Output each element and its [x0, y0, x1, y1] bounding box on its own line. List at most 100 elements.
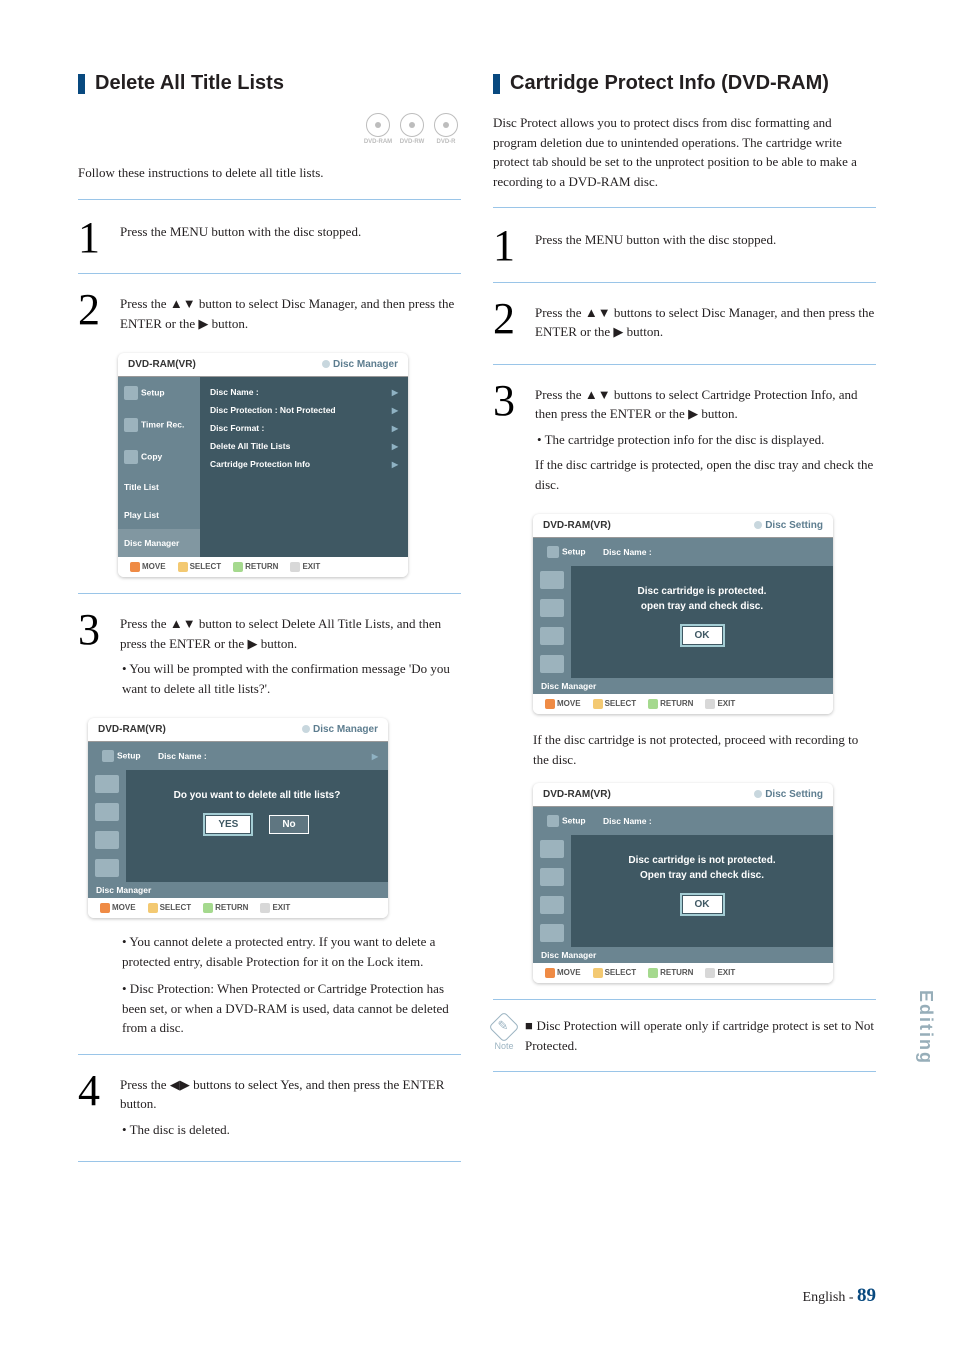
heading-delete-all: Delete All Title Lists [78, 72, 461, 95]
intro-text: Disc Protect allows you to protect discs… [493, 113, 876, 191]
step-2-text: Press the ▲▼ buttons to select Disc Mana… [535, 303, 876, 342]
ui-header-left: DVD-RAM(VR) [543, 789, 611, 800]
ui-header-left: DVD-RAM(VR) [543, 520, 611, 531]
step-3-text: Press the ▲▼ buttons to select Cartridge… [535, 385, 876, 424]
disc-badge-r: DVD-R [431, 113, 461, 145]
divider [493, 1071, 876, 1072]
ui-header-right: Disc Manager [313, 724, 378, 735]
disc-badges: DVD-RAM DVD-RW DVD-R [78, 113, 461, 145]
disc-badge-rw: DVD-RW [397, 113, 427, 145]
sidebar-title-list[interactable]: Title List [118, 473, 200, 501]
no-button[interactable]: No [269, 815, 308, 834]
after-ui1-text: If the disc cartridge is not protected, … [533, 730, 876, 769]
ui-disc-manager-screenshot: DVD-RAM(VR) Disc Manager Setup Timer Rec… [118, 353, 408, 577]
note-icon [488, 1012, 519, 1043]
dialog-message: Do you want to delete all title lists? [136, 788, 378, 803]
divider [493, 282, 876, 283]
sidebar-timer[interactable]: Timer Rec. [118, 409, 200, 441]
dialog-message: Disc cartridge is not protected.Open tra… [581, 853, 823, 883]
ui-content: Disc Name :▶ Disc Protection : Not Prote… [200, 377, 408, 557]
ui-header-right: Disc Manager [333, 359, 398, 370]
page-number: 89 [857, 1285, 876, 1306]
ui-header-right: Disc Setting [765, 789, 823, 800]
ui-not-protected-screenshot: DVD-RAM(VR) Disc Setting Setup Disc Name… [533, 783, 833, 983]
divider [78, 593, 461, 594]
step-1: 1 Press the MENU button with the disc st… [78, 218, 461, 258]
accent-bar [493, 74, 500, 94]
ui-footer: MOVE SELECT RETURN EXIT [533, 694, 833, 714]
ui-footer: MOVE SELECT RETURN EXIT [118, 557, 408, 577]
row-cartridge-info[interactable]: Cartridge Protection Info▶ [208, 455, 400, 473]
ui-header-left: DVD-RAM(VR) [128, 359, 196, 370]
step-4: 4 Press the ◀▶ buttons to select Yes, an… [78, 1071, 461, 1146]
sidebar-setup[interactable]: Setup [118, 377, 200, 409]
note-text: Disc Protection will operate only if car… [525, 1018, 874, 1053]
divider [493, 364, 876, 365]
step-3-bullet: • The cartridge protection info for the … [537, 430, 876, 450]
step-1-text: Press the MENU button with the disc stop… [120, 222, 461, 242]
step-3-bullet-2: • You cannot delete a protected entry. I… [122, 932, 461, 971]
step-3-bullet-3: • Disc Protection: When Protected or Car… [122, 979, 461, 1038]
disc-manager-label: Disc Manager [533, 947, 833, 963]
ok-button[interactable]: OK [682, 895, 723, 914]
row-disc-name[interactable]: Disc Name :▶ [208, 383, 400, 401]
heading-cartridge: Cartridge Protect Info (DVD-RAM) [493, 72, 876, 95]
step-number: 3 [493, 381, 521, 501]
step-3-r: 3 Press the ▲▼ buttons to select Cartrid… [493, 381, 876, 501]
note-block: Note ■ Disc Protection will operate only… [493, 1016, 876, 1055]
ok-button[interactable]: OK [682, 626, 723, 645]
step-number: 2 [493, 299, 521, 348]
step-number: 2 [78, 290, 106, 339]
step-1-text: Press the MENU button with the disc stop… [535, 230, 876, 250]
footer-lang: English - [803, 1290, 857, 1305]
ui-sidebar: Setup Timer Rec. Copy Title List Play Li… [118, 377, 200, 557]
page-footer: English - 89 [803, 1285, 876, 1307]
row-protection[interactable]: Disc Protection : Not Protected▶ [208, 401, 400, 419]
sidebar-disc-manager[interactable]: Disc Manager [118, 529, 200, 557]
step-number: 1 [78, 218, 106, 258]
step-number: 1 [493, 226, 521, 266]
step-3-text-2: If the disc cartridge is protected, open… [535, 455, 876, 494]
step-4-text: Press the ◀▶ buttons to select Yes, and … [120, 1075, 461, 1114]
dialog-message: Disc cartridge is protected.open tray an… [581, 584, 823, 614]
ui-protected-screenshot: DVD-RAM(VR) Disc Setting Setup Disc Name… [533, 514, 833, 714]
step-2-r: 2 Press the ▲▼ buttons to select Disc Ma… [493, 299, 876, 348]
heading-text: Delete All Title Lists [95, 72, 284, 95]
note-label-text: Note [494, 1041, 513, 1051]
step-4-bullet-1: • The disc is deleted. [122, 1120, 461, 1140]
heading-text: Cartridge Protect Info (DVD-RAM) [510, 72, 829, 95]
ui-header-right: Disc Setting [765, 520, 823, 531]
ui-mini-sidebar [88, 770, 126, 882]
divider [493, 207, 876, 208]
step-2: 2 Press the ▲▼ button to select Disc Man… [78, 290, 461, 339]
row-format[interactable]: Disc Format :▶ [208, 419, 400, 437]
ui-mini-sidebar [533, 566, 571, 678]
divider [493, 999, 876, 1000]
ui-footer: MOVE SELECT RETURN EXIT [533, 963, 833, 983]
step-3: 3 Press the ▲▼ button to select Delete A… [78, 610, 461, 704]
row-delete-all[interactable]: Delete All Title Lists▶ [208, 437, 400, 455]
step-number: 4 [78, 1071, 106, 1146]
step-3-text: Press the ▲▼ button to select Delete All… [120, 614, 461, 653]
sidebar-play-list[interactable]: Play List [118, 501, 200, 529]
ui-header-left: DVD-RAM(VR) [98, 724, 166, 735]
step-3-bullet-1: • You will be prompted with the confirma… [122, 659, 461, 698]
intro-text: Follow these instructions to delete all … [78, 163, 461, 183]
accent-bar [78, 74, 85, 94]
divider [78, 273, 461, 274]
sidebar-copy[interactable]: Copy [118, 441, 200, 473]
divider [78, 1161, 461, 1162]
ui-mini-sidebar [533, 835, 571, 947]
divider [78, 1054, 461, 1055]
side-tab-editing: Editing [915, 990, 936, 1065]
disc-manager-label: Disc Manager [533, 678, 833, 694]
step-1-r: 1 Press the MENU button with the disc st… [493, 226, 876, 266]
divider [78, 199, 461, 200]
step-2-text: Press the ▲▼ button to select Disc Manag… [120, 294, 461, 333]
step-number: 3 [78, 610, 106, 704]
disc-manager-label: Disc Manager [88, 882, 388, 898]
ui-footer: MOVE SELECT RETURN EXIT [88, 898, 388, 918]
ui-delete-confirm-screenshot: DVD-RAM(VR) Disc Manager Setup Disc Name… [88, 718, 388, 918]
disc-badge-ram: DVD-RAM [363, 113, 393, 145]
yes-button[interactable]: YES [205, 815, 251, 834]
